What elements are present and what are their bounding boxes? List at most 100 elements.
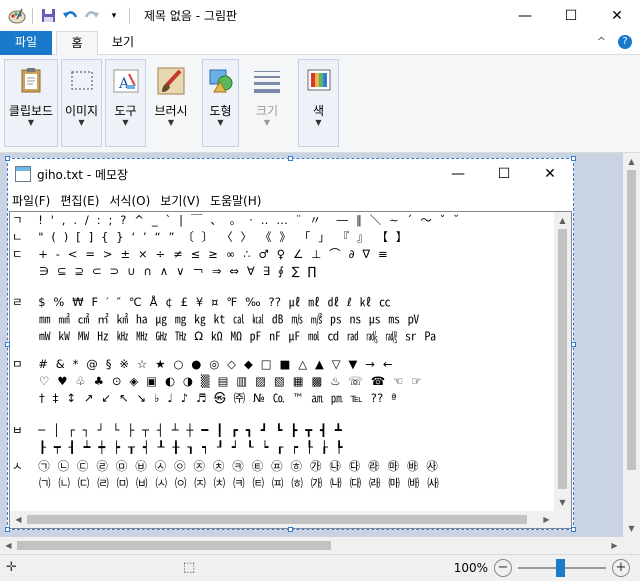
image-group[interactable]: 이미지 ▼ xyxy=(61,59,102,147)
window-title: 제목 없음 - 그림판 xyxy=(144,9,238,23)
text-line: ∋ ⊆ ⊇ ⊂ ⊃ ∪ ∩ ∧ ∨ ￢ ⇒ ⇔ ∀ ∃ ∮ ∑ ∏ xyxy=(12,264,317,278)
size-group[interactable]: 크기 ▼ xyxy=(247,59,287,147)
pasted-notepad-image[interactable]: giho.txt - 메모장 — ☐ ✕ 파일(F) 편집(E) 서식(O) 보… xyxy=(5,156,576,532)
clipboard-group[interactable]: 클립보드 ▼ xyxy=(4,59,58,147)
scroll-down-icon[interactable]: ▼ xyxy=(623,520,640,537)
text-line: ㄱ ! ' , . / : ; ? ^ _ ` | ￣ 、 。 · ‥ … ¨ … xyxy=(12,213,460,227)
resize-handle[interactable] xyxy=(571,527,576,532)
select-icon xyxy=(71,71,92,90)
save-icon[interactable] xyxy=(37,5,59,27)
paint-app-icon[interactable] xyxy=(6,5,28,27)
minimize-button[interactable]: — xyxy=(502,0,548,31)
scroll-right-icon[interactable]: ▶ xyxy=(606,537,623,554)
notepad-menu-format: 서식(O) xyxy=(109,193,151,208)
size-icon xyxy=(254,71,280,93)
text-line: † ‡ ↕ ↗ ↙ ↖ ↘ ♭ ♩ ♪ ♬ ㉿ ㈜ № ㏇ ™ ㏂ ㏘ ℡ ??… xyxy=(12,391,397,405)
selection-size-icon: ⬚ xyxy=(183,560,196,575)
shapes-icon xyxy=(209,69,232,93)
notepad-maximize-button: ☐ xyxy=(497,166,511,182)
scroll-corner xyxy=(623,537,640,554)
ribbon-tabs: 파일 홈 보기 ^ ? xyxy=(0,31,640,56)
resize-handle[interactable] xyxy=(288,527,293,532)
text-line: ┠ ┯ ┨ ┷ ┿ ┝ ┰ ┥ ┸ ╂ ┒ ┑ ┚ ┙ ┖ ┕ ┎ ┍ ┞ ┟ … xyxy=(12,440,343,454)
zoom-level: 100% xyxy=(453,561,488,575)
colors-label: 색 xyxy=(312,104,325,118)
zoom-slider[interactable] xyxy=(518,559,606,577)
clipboard-icon xyxy=(21,68,41,93)
brushes-group[interactable]: 브러시 ▼ xyxy=(149,59,193,147)
colors-group[interactable]: 색 ▼ xyxy=(298,59,339,147)
chevron-down-icon: ▼ xyxy=(263,118,271,127)
notepad-window-controls: — ☐ ✕ xyxy=(435,159,573,189)
tools-group[interactable]: A 도구 ▼ xyxy=(105,59,146,147)
shapes-group[interactable]: 도형 ▼ xyxy=(202,59,239,147)
scroll-thumb[interactable] xyxy=(627,170,636,470)
resize-handle[interactable] xyxy=(571,342,576,347)
maximize-button[interactable]: ☐ xyxy=(548,0,594,31)
text-line: ㈀ ㈁ ㈂ ㈃ ㈄ ㈅ ㈆ ㈇ ㈈ ㈉ ㈊ ㈋ ㈌ ㈍ ㈎ ㈏ ㈐ ㈑ ㈒ ㈓ … xyxy=(12,476,439,490)
customize-dropdown-icon[interactable]: ▾ xyxy=(103,5,125,27)
scroll-left-icon[interactable]: ◀ xyxy=(0,537,17,554)
separator xyxy=(32,7,33,24)
title-bar: ▾ 제목 없음 - 그림판 — ☐ ✕ xyxy=(0,0,640,31)
tools-icon: A xyxy=(113,69,138,93)
canvas-area[interactable]: giho.txt - 메모장 — ☐ ✕ 파일(F) 편집(E) 서식(O) 보… xyxy=(0,153,640,554)
notepad-horizontal-scrollbar: ◀ ▶ xyxy=(10,511,555,528)
zoom-control: 100% − + xyxy=(448,559,630,577)
scroll-thumb[interactable] xyxy=(17,541,331,550)
notepad-text: ㄱ ! ' , . / : ; ? ^ _ ` | ￣ 、 。 · ‥ … ¨ … xyxy=(12,212,554,511)
status-bar: ✛ ⬚ 100% − + xyxy=(0,554,640,581)
notepad-menu-edit: 편집(E) xyxy=(60,193,100,208)
redo-icon[interactable] xyxy=(81,5,103,27)
notepad-menu-bar: 파일(F) 편집(E) 서식(O) 보기(V) 도움말(H) xyxy=(8,189,573,211)
canvas-horizontal-scrollbar[interactable]: ◀ ▶ xyxy=(0,537,623,554)
tab-view[interactable]: 보기 xyxy=(102,31,144,55)
notepad-menu-help: 도움말(H) xyxy=(209,193,262,208)
scroll-thumb xyxy=(558,229,567,489)
resize-handle[interactable] xyxy=(5,342,10,347)
help-icon[interactable]: ? xyxy=(618,35,632,49)
scroll-corner xyxy=(554,511,571,528)
scroll-up-icon[interactable]: ▲ xyxy=(623,153,640,170)
resize-handle[interactable] xyxy=(5,527,10,532)
scroll-down-icon: ▼ xyxy=(559,498,566,507)
zoom-in-button[interactable]: + xyxy=(612,559,630,577)
collapse-ribbon-icon[interactable]: ^ xyxy=(597,35,606,49)
text-line: ♡ ♥ ♧ ♣ ⊙ ◈ ▣ ◐ ◑ ▒ ▤ ▥ ▨ ▧ ▦ ▩ ♨ ☏ ☎ ☜ … xyxy=(12,374,422,388)
chevron-down-icon: ▼ xyxy=(122,118,129,127)
zoom-out-button[interactable]: − xyxy=(494,559,512,577)
ribbon-controls: ^ ? xyxy=(597,35,632,49)
chevron-down-icon: ▼ xyxy=(27,118,35,127)
clipboard-label: 클립보드 xyxy=(8,104,54,118)
text-line: ㅂ ─ │ ┌ ┐ ┘ └ ├ ┬ ┤ ┴ ┼ ━ ┃ ┏ ┓ ┛ ┗ ┣ ┳ … xyxy=(12,423,343,437)
close-button[interactable]: ✕ xyxy=(594,0,640,31)
canvas-vertical-scrollbar[interactable]: ▲ ▼ xyxy=(623,153,640,537)
undo-icon[interactable] xyxy=(59,5,81,27)
tab-file[interactable]: 파일 xyxy=(0,31,52,55)
resize-handle[interactable] xyxy=(5,156,10,161)
chevron-down-icon: ▼ xyxy=(78,118,85,127)
text-line: ㄷ + - < = > ± × ÷ ≠ ≤ ≥ ∞ ∴ ♂ ♀ ∠ ⊥ ⌒ ∂ … xyxy=(12,247,388,261)
window-controls: — ☐ ✕ xyxy=(502,0,640,31)
text-line: ㎽ ㎾ ㎿ ㎐ ㎑ ㎒ ㎓ ㎔ Ω ㏀ ㏁ ㎊ ㎋ ㎌ ㏖ ㏅ ㎭ ㎮ ㎯ ㏛ … xyxy=(12,329,437,343)
tab-home[interactable]: 홈 xyxy=(56,31,98,56)
scroll-thumb xyxy=(27,515,527,524)
quick-access-toolbar: ▾ xyxy=(0,0,134,31)
notepad-icon xyxy=(15,166,31,182)
resize-handle[interactable] xyxy=(571,156,576,161)
ribbon: 클립보드 ▼ 이미지 ▼ A 도구 ▼ 브러시 ▼ 도형 ▼ 크기 ▼ 색 ▼ xyxy=(0,55,640,153)
notepad-title-bar: giho.txt - 메모장 — ☐ ✕ xyxy=(8,159,573,189)
chevron-down-icon: ▼ xyxy=(315,118,322,127)
separator xyxy=(129,7,130,24)
notepad-menu-file: 파일(F) xyxy=(12,193,51,208)
notepad-title: giho.txt - 메모장 xyxy=(37,167,129,182)
notepad-menu-view: 보기(V) xyxy=(160,193,200,208)
size-label: 크기 xyxy=(255,104,279,118)
scroll-left-icon: ◀ xyxy=(15,515,22,524)
tools-label: 도구 xyxy=(114,104,137,118)
image-label: 이미지 xyxy=(64,104,99,118)
zoom-slider-thumb[interactable] xyxy=(556,559,565,577)
brush-icon xyxy=(157,67,185,95)
resize-handle[interactable] xyxy=(288,156,293,161)
cursor-position-icon: ✛ xyxy=(6,560,17,575)
